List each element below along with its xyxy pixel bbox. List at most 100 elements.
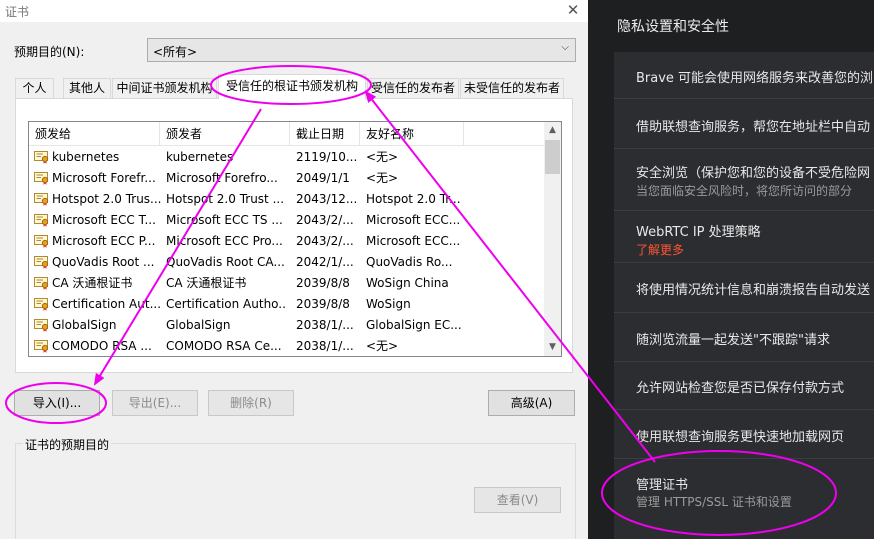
setting-title: Brave 可能会使用网络服务来改善您的浏	[636, 71, 874, 86]
list-header: 颁发给 颁发者 截止日期 友好名称	[29, 122, 545, 146]
settings-card: Brave 可能会使用网络服务来改善您的浏 借助联想查询服务，帮您在地址栏中自动…	[614, 52, 874, 539]
cell-issued-by: Certification Autho...	[166, 297, 286, 311]
cell-friendly-name: WoSign	[366, 297, 411, 311]
dialog-titlebar: 证书 ✕	[0, 0, 588, 22]
cell-expiration-date: 2043/12...	[296, 192, 358, 206]
cell-expiration-date: 2038/1/...	[296, 339, 354, 353]
table-row[interactable]: Microsoft Forefr... Microsoft Forefro... 2…	[29, 168, 545, 189]
cell-expiration-date: 2039/8/8	[296, 276, 350, 290]
table-row[interactable]: COMODO RSA ... COMODO RSA Ce... 2038/1/...…	[29, 336, 545, 356]
cell-friendly-name: <无>	[366, 150, 399, 164]
cell-issued-to: Microsoft ECC T...	[52, 213, 156, 227]
setting-webrtc[interactable]: WebRTC IP 处理策略 了解更多	[614, 211, 874, 263]
cell-issued-to: COMODO RSA ...	[52, 339, 152, 353]
cell-friendly-name: Microsoft ECC...	[366, 234, 461, 248]
cell-issued-by: QuoVadis Root CA...	[166, 255, 285, 269]
table-row[interactable]: Microsoft ECC P... Microsoft ECC Pro... 20…	[29, 231, 545, 252]
cell-friendly-name: Hotspot 2.0 Tr...	[366, 192, 461, 206]
setting-preload-pages[interactable]: 使用联想查询服务更快速地加载网页	[614, 410, 874, 459]
column-issued-to[interactable]: 颁发给	[29, 122, 160, 146]
table-row[interactable]: Certification Aut... Certification Autho.…	[29, 294, 545, 315]
cell-issued-to: Hotspot 2.0 Trus...	[52, 192, 162, 206]
tab-intermediate-ca[interactable]: 中间证书颁发机构	[112, 78, 217, 98]
setting-title: 允许网站检查您是否已保存付款方式	[636, 381, 845, 396]
certificate-icon	[34, 172, 49, 185]
column-expiration-date[interactable]: 截止日期	[290, 122, 360, 146]
cell-issued-by: Hotspot 2.0 Trust ...	[166, 192, 285, 206]
column-friendly-name[interactable]: 友好名称	[360, 122, 464, 146]
view-button[interactable]: 查看(V)	[474, 487, 561, 513]
setting-usage-stats[interactable]: 将使用情况统计信息和崩溃报告自动发送	[614, 263, 874, 313]
intended-purposes-label: 证书的预期目的	[23, 436, 112, 453]
table-row[interactable]: Hotspot 2.0 Trus... Hotspot 2.0 Trust ...…	[29, 189, 545, 210]
learn-more-link[interactable]: 了解更多	[636, 241, 684, 258]
tab-trusted-root-ca[interactable]: 受信任的根证书颁发机构	[218, 74, 366, 99]
setting-subtitle: 当您面临安全风险时，将您所访问的部分	[636, 184, 853, 198]
certificate-icon	[34, 256, 49, 269]
table-row[interactable]: CA 沃通根证书 CA 沃通根证书 2039/8/8 WoSign China	[29, 273, 545, 294]
dialog-title: 证书	[5, 5, 30, 19]
intended-purpose-select[interactable]: <所有> ⌵	[147, 38, 576, 62]
tab-trusted-publishers[interactable]: 受信任的发布者	[367, 78, 459, 98]
cell-friendly-name: Microsoft ECC...	[366, 213, 461, 227]
list-scrollbar[interactable]: ▲ ▼	[544, 122, 561, 356]
cell-issued-to: Microsoft Forefr...	[52, 171, 156, 185]
tab-other-people[interactable]: 其他人	[63, 78, 111, 98]
certificate-dialog: 证书 ✕ 预期目的(N): <所有> ⌵ 个人 其他人 中间证书颁发机构 受信任…	[0, 0, 588, 539]
cell-issued-by: Microsoft ECC TS ...	[166, 213, 283, 227]
table-row[interactable]: kubernetes kubernetes 2119/10... <无>	[29, 147, 545, 168]
cell-issued-to: Microsoft ECC P...	[52, 234, 156, 248]
cell-issued-by: Microsoft Forefro...	[166, 171, 278, 185]
cell-friendly-name: GlobalSign EC...	[366, 318, 461, 332]
export-button[interactable]: 导出(E)...	[112, 390, 198, 416]
settings-section-title: 隐私设置和安全性	[617, 19, 729, 35]
setting-do-not-track[interactable]: 随浏览流量一起发送"不跟踪"请求	[614, 313, 874, 362]
certificate-list[interactable]: 颁发给 颁发者 截止日期 友好名称 kubernetes kubernetes 21…	[28, 121, 562, 357]
tab-personal[interactable]: 个人	[15, 78, 54, 98]
cell-friendly-name: QuoVadis Ro...	[366, 255, 453, 269]
setting-autocomplete[interactable]: 借助联想查询服务，帮您在地址栏中自动	[614, 99, 874, 149]
scroll-thumb[interactable]	[545, 140, 560, 174]
setting-title: 借助联想查询服务，帮您在地址栏中自动	[636, 120, 871, 135]
setting-payment-methods[interactable]: 允许网站检查您是否已保存付款方式	[614, 362, 874, 410]
setting-web-services[interactable]: Brave 可能会使用网络服务来改善您的浏	[614, 52, 874, 99]
setting-manage-certificates[interactable]: 管理证书 管理 HTTPS/SSL 证书和设置	[614, 459, 874, 523]
setting-title: 将使用情况统计信息和崩溃报告自动发送	[636, 283, 871, 298]
cell-issued-to: CA 沃通根证书	[52, 276, 133, 290]
certificate-icon	[34, 214, 49, 227]
certificate-icon	[34, 340, 49, 353]
import-button[interactable]: 导入(I)...	[14, 390, 100, 416]
setting-title: 使用联想查询服务更快速地加载网页	[636, 430, 845, 445]
setting-title: WebRTC IP 处理策略	[636, 225, 761, 240]
setting-title: 管理证书	[636, 478, 689, 493]
certificate-icon	[34, 151, 49, 164]
tab-untrusted-publishers[interactable]: 未受信任的发布者	[460, 78, 564, 98]
cell-issued-to: GlobalSign	[52, 318, 117, 332]
cell-issued-to: kubernetes	[52, 150, 120, 164]
table-row[interactable]: Microsoft ECC T... Microsoft ECC TS ... 20…	[29, 210, 545, 231]
cell-friendly-name: <无>	[366, 339, 399, 353]
table-row[interactable]: QuoVadis Root ... QuoVadis Root CA... 2042…	[29, 252, 545, 273]
cell-issued-by: Microsoft ECC Pro...	[166, 234, 283, 248]
close-icon[interactable]: ✕	[562, 0, 584, 20]
intended-purpose-label: 预期目的(N):	[14, 45, 85, 59]
setting-safe-browsing[interactable]: 安全浏览（保护您和您的设备不受危险网 当您面临安全风险时，将您所访问的部分	[614, 149, 874, 211]
setting-title: 安全浏览（保护您和您的设备不受危险网	[636, 166, 871, 181]
table-row[interactable]: GlobalSign GlobalSign 2038/1/... GlobalSign…	[29, 315, 545, 336]
remove-button[interactable]: 删除(R)	[208, 390, 294, 416]
certificate-icon	[34, 235, 49, 248]
cell-issued-by: COMODO RSA Ce...	[166, 339, 282, 353]
setting-title: 随浏览流量一起发送"不跟踪"请求	[636, 333, 830, 348]
cell-expiration-date: 2039/8/8	[296, 297, 350, 311]
intended-purpose-value: <所有>	[153, 45, 198, 59]
cell-friendly-name: WoSign China	[366, 276, 449, 290]
column-issued-by[interactable]: 颁发者	[160, 122, 290, 146]
chevron-down-icon: ⌵	[561, 42, 569, 53]
advanced-button[interactable]: 高级(A)	[488, 390, 575, 416]
setting-subtitle: 管理 HTTPS/SSL 证书和设置	[636, 495, 792, 509]
scroll-up-icon[interactable]: ▲	[544, 122, 561, 139]
certificate-icon	[34, 298, 49, 311]
scroll-down-icon[interactable]: ▼	[544, 339, 561, 356]
cell-issued-by: CA 沃通根证书	[166, 276, 247, 290]
cell-expiration-date: 2119/10...	[296, 150, 358, 164]
